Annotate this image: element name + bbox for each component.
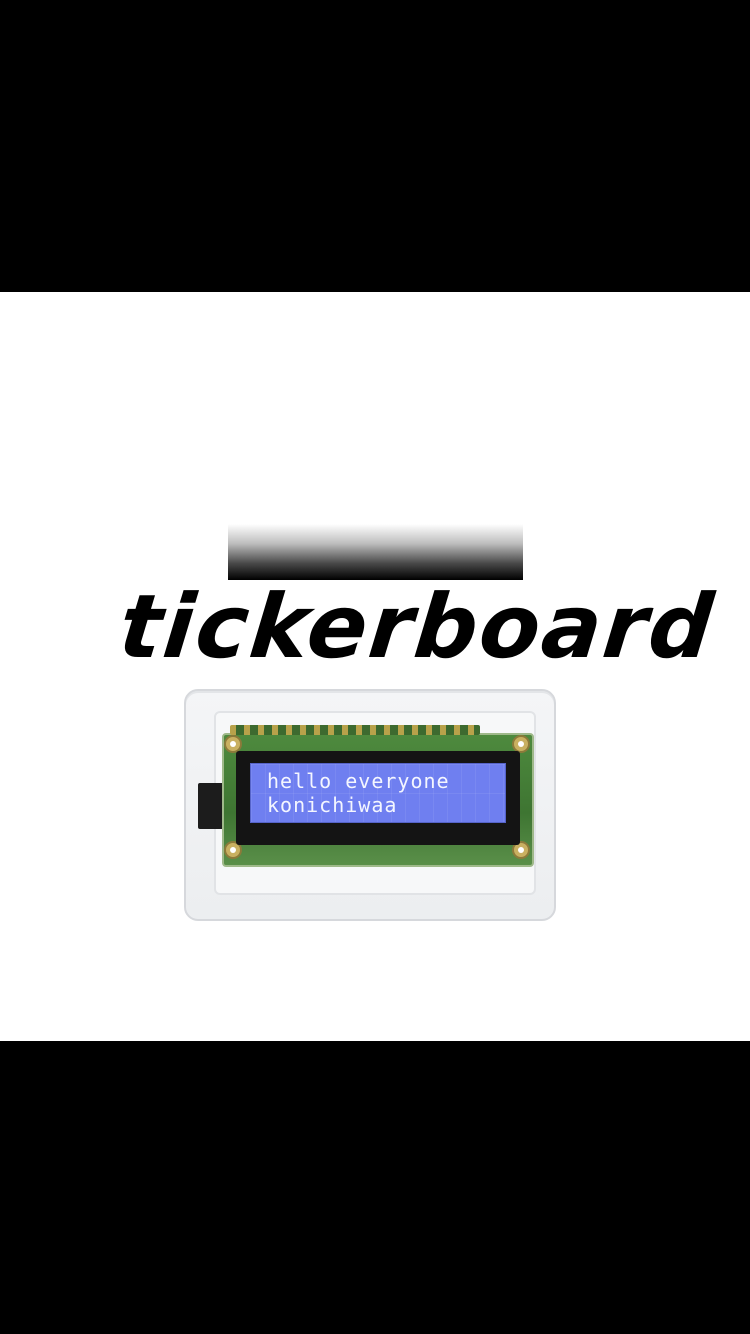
pin-row [230,725,480,735]
letterbox-top [0,0,750,292]
lcd-line-1: hello everyone [267,769,450,793]
splash-screen: tickerboard hello everyone konichiwaa [0,0,750,1334]
brand-wordmark: tickerboard [114,575,720,678]
logo-gradient-bar [228,524,523,580]
lcd-display: hello everyone konichiwaa [250,763,506,823]
splash-content: tickerboard hello everyone konichiwaa [0,292,750,1041]
lcd-line-2: konichiwaa [267,793,398,817]
lcd-device-image: hello everyone konichiwaa [184,689,556,921]
letterbox-bottom [0,1041,750,1334]
